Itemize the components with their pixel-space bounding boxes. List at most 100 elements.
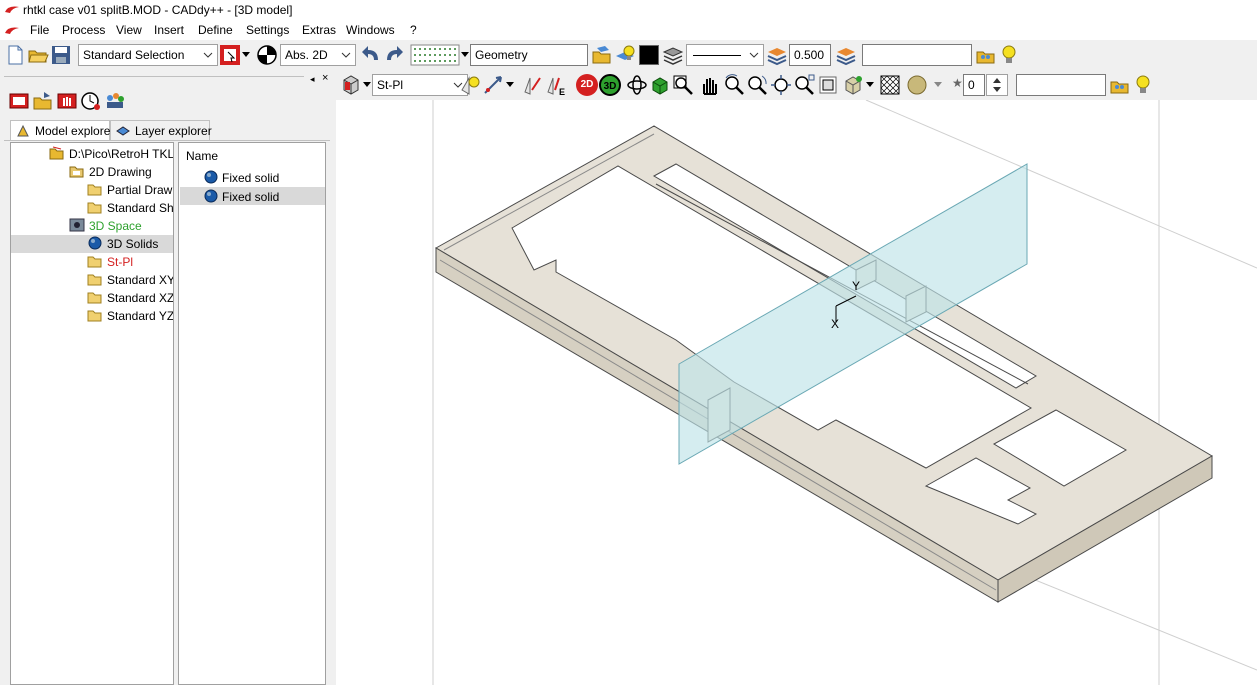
pan-hand-icon[interactable] (698, 74, 720, 96)
menu-view[interactable]: View (116, 23, 142, 37)
tree-node-label: Standard Sh (107, 201, 174, 215)
tree-node-partial-draw[interactable]: Partial Draw (87, 181, 173, 199)
tree-node-standard-yz[interactable]: Standard YZ (87, 307, 173, 325)
redo-icon[interactable] (383, 44, 405, 66)
panel-pin-icon[interactable]: ◂ (310, 74, 315, 85)
view-3d-button[interactable]: 3D (599, 74, 621, 96)
coord-mode-dropdown[interactable]: Abs. 2D (280, 44, 356, 66)
spin-up-icon[interactable] (993, 78, 1001, 83)
list-item[interactable]: Fixed solid (180, 168, 325, 186)
counter-spinner[interactable] (986, 74, 1008, 96)
zoom-extents-icon[interactable] (793, 74, 815, 96)
menu-extras[interactable]: Extras (302, 23, 336, 37)
open-folder-icon[interactable] (27, 44, 49, 66)
explorer-folder-icon[interactable] (32, 90, 54, 112)
tree-node-root[interactable]: D:\Pico\RetroH TKL (49, 145, 173, 163)
layer-name-field[interactable]: Geometry (470, 44, 588, 66)
plane-bulb-icon[interactable] (459, 74, 481, 96)
tree-node-st-pl[interactable]: St-Pl (87, 253, 173, 271)
bulb-icon[interactable] (998, 44, 1020, 66)
selection-mode-dropdown[interactable]: Standard Selection (78, 44, 218, 66)
line-style-layers-icon[interactable] (835, 44, 857, 66)
layer-folder-icon[interactable] (591, 44, 613, 66)
plane-dropdown[interactable]: St-Pl (372, 74, 468, 96)
origin-icon[interactable] (256, 44, 278, 66)
chevron-down-icon[interactable] (866, 82, 874, 88)
model-explorer-icon (17, 124, 29, 137)
menu-define[interactable]: Define (198, 23, 233, 37)
chevron-down-icon[interactable] (242, 52, 250, 58)
space-icon (69, 218, 85, 232)
spin-down-icon[interactable] (993, 87, 1001, 92)
plane-edit-icon[interactable] (522, 74, 544, 96)
hatch-pattern-icon[interactable] (879, 74, 901, 96)
grid-dots-icon[interactable] (410, 44, 460, 66)
plane-cube-icon[interactable] (340, 74, 362, 96)
title-bar: rhtkl case v01 splitB.MOD - CADdy++ - [3… (0, 0, 1257, 20)
line-width-field[interactable]: 0.500 (789, 44, 831, 66)
zoom-all-icon[interactable] (770, 74, 792, 96)
tree-node-standard-sh[interactable]: Standard Sh (87, 199, 173, 217)
view-cube-icon[interactable] (649, 74, 671, 96)
folder-icon (87, 310, 102, 322)
tree-node-2d-drawing[interactable]: 2D Drawing (69, 163, 173, 181)
chevron-down-icon[interactable] (363, 82, 371, 88)
model-viewport[interactable]: Y X (336, 100, 1257, 685)
model-canvas[interactable]: Y X (336, 100, 1257, 685)
tree-node-label: 3D Solids (107, 237, 159, 251)
save-icon[interactable] (50, 44, 72, 66)
menu-windows[interactable]: Windows (346, 23, 395, 37)
panel-close-icon[interactable]: × (322, 72, 328, 84)
zoom-out-icon[interactable] (746, 74, 768, 96)
zoom-window-icon[interactable] (672, 74, 694, 96)
snap-arrows-icon[interactable] (482, 74, 504, 96)
users-folder-icon[interactable] (1109, 74, 1131, 96)
app-menu-icon[interactable] (4, 25, 20, 35)
chevron-down-icon[interactable] (934, 82, 942, 88)
toolbar2-extra-field[interactable] (1016, 74, 1106, 96)
plane-e-icon[interactable]: E (545, 74, 567, 96)
explorer-clock-icon[interactable] (80, 90, 102, 112)
line-width-layers-icon[interactable] (766, 44, 788, 66)
explorer-users-icon[interactable] (104, 90, 126, 112)
users-folder-icon[interactable] (975, 44, 997, 66)
chevron-down-icon[interactable] (461, 52, 469, 58)
color-swatch[interactable] (639, 45, 659, 65)
undo-icon[interactable] (360, 44, 382, 66)
bulb-icon[interactable] (1132, 74, 1154, 96)
drawing-icon (69, 166, 84, 178)
list-item[interactable]: Fixed solid (180, 187, 325, 205)
selection-filter-icon[interactable] (219, 44, 241, 66)
menu-settings[interactable]: Settings (246, 23, 289, 37)
menu-process[interactable]: Process (62, 23, 105, 37)
toolbar1-extra-field[interactable] (862, 44, 972, 66)
menu-help[interactable]: ? (410, 23, 417, 37)
model-tree: D:\Pico\RetroH TKL 2D Drawing Partial Dr… (10, 142, 174, 685)
tab-layer-explorer[interactable]: Layer explorer (110, 120, 212, 140)
menu-insert[interactable]: Insert (154, 23, 184, 37)
shade-sphere-icon[interactable] (906, 74, 928, 96)
menu-file[interactable]: File (30, 23, 49, 37)
view-2d-button[interactable]: 2D (576, 74, 598, 96)
tab-model-explorer[interactable]: Model explorer (10, 120, 114, 140)
layer-bulb-icon[interactable] (614, 44, 636, 66)
explorer-select-icon[interactable] (56, 90, 78, 112)
zoom-previous-icon[interactable] (817, 74, 839, 96)
tree-node-standard-xy[interactable]: Standard XY (87, 271, 173, 289)
zoom-in-icon[interactable] (723, 74, 745, 96)
explorer-view-icon[interactable] (8, 90, 30, 112)
chevron-down-icon[interactable] (506, 82, 514, 88)
rotate-3d-icon[interactable] (626, 74, 648, 96)
tree-node-3d-solids[interactable]: 3D Solids (11, 235, 173, 253)
line-type-dropdown[interactable] (686, 44, 764, 66)
folder-icon (87, 292, 102, 304)
list-header-name[interactable]: Name (186, 149, 218, 163)
render-cube-icon[interactable] (842, 74, 864, 96)
new-file-icon[interactable] (4, 44, 26, 66)
counter-field[interactable]: 0 (963, 74, 985, 96)
layers-stack-icon[interactable] (662, 44, 684, 66)
svg-text:E: E (559, 87, 565, 96)
tree-node-3d-space[interactable]: 3D Space (69, 217, 173, 235)
selection-mode-value: Standard Selection (83, 48, 185, 62)
tree-node-standard-xz[interactable]: Standard XZ (87, 289, 173, 307)
